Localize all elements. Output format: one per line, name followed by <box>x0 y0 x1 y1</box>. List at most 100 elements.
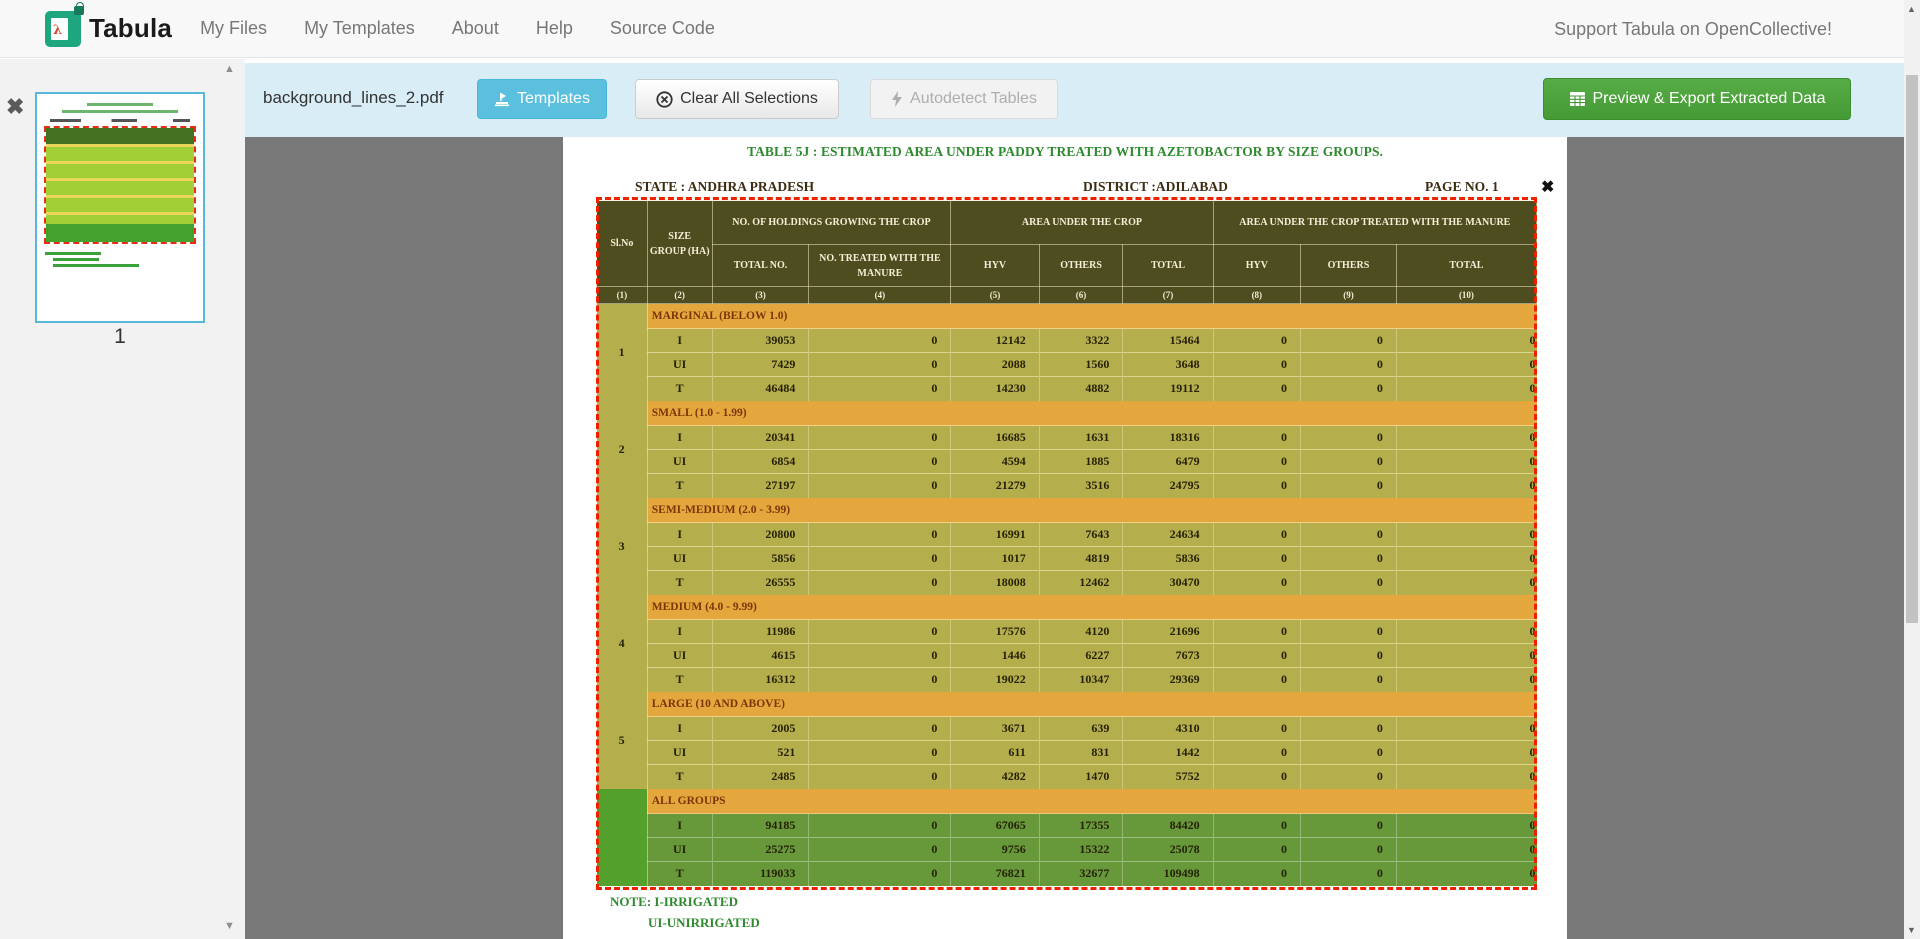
col-holdings-group: NO. OF HOLDINGS GROWING THE CROP <box>712 201 951 245</box>
col-num: (8) <box>1213 287 1300 304</box>
value-cell: 21696 <box>1123 620 1213 644</box>
templates-button[interactable]: Templates <box>477 79 607 119</box>
table-row: I20800016991764324634000 <box>597 523 1537 547</box>
value-cell: 0 <box>1213 717 1300 741</box>
brand[interactable]: λ Tabula <box>45 11 172 47</box>
value-cell: 0 <box>1301 571 1397 595</box>
value-cell: 19112 <box>1123 377 1213 401</box>
value-cell: 1631 <box>1039 426 1123 450</box>
value-cell: 6227 <box>1039 644 1123 668</box>
row-code-cell: UI <box>647 547 712 571</box>
value-cell: 0 <box>1213 644 1300 668</box>
row-code-cell: I <box>647 329 712 353</box>
document-title: TABLE 5J : ESTIMATED AREA UNDER PADDY TR… <box>563 144 1567 160</box>
nav-source-code[interactable]: Source Code <box>610 18 715 39</box>
value-cell: 11986 <box>712 620 809 644</box>
group-band: MARGINAL (BELOW 1.0) <box>647 304 1536 329</box>
value-cell: 0 <box>1213 571 1300 595</box>
value-cell: 4819 <box>1039 547 1123 571</box>
value-cell: 1442 <box>1123 741 1213 765</box>
thumbnail-remove-icon[interactable]: ✖ <box>6 96 24 118</box>
row-code-cell: T <box>647 474 712 498</box>
sidebar-scroll-up-icon[interactable]: ▲ <box>224 64 235 75</box>
selection-close-icon[interactable]: ✖ <box>1541 177 1554 197</box>
value-cell: 39053 <box>712 329 809 353</box>
value-cell: 24795 <box>1123 474 1213 498</box>
value-cell: 0 <box>1396 377 1536 401</box>
table-row: UI46150144662277673000 <box>597 644 1537 668</box>
export-button-label: Preview & Export Extracted Data <box>1593 90 1826 108</box>
nav-support-link[interactable]: Support Tabula on OpenCollective! <box>1554 19 1832 40</box>
value-cell: 0 <box>1213 547 1300 571</box>
slno-cell: 1 <box>597 304 648 401</box>
value-cell: 5752 <box>1123 765 1213 789</box>
group-band: ALL GROUPS <box>647 789 1536 814</box>
value-cell: 0 <box>809 571 951 595</box>
value-cell: 16312 <box>712 668 809 692</box>
value-cell: 12462 <box>1039 571 1123 595</box>
value-cell: 0 <box>809 741 951 765</box>
sidebar-scroll-down-icon[interactable]: ▼ <box>224 921 235 932</box>
value-cell: 0 <box>1301 717 1397 741</box>
window-scrollbar[interactable]: ▲ ▼ <box>1904 0 1920 939</box>
thumbnail-page-number: 1 <box>35 325 205 349</box>
value-cell: 16991 <box>951 523 1039 547</box>
value-cell: 0 <box>1301 426 1397 450</box>
nav-my-templates[interactable]: My Templates <box>304 18 415 39</box>
value-cell: 15322 <box>1039 838 1123 862</box>
value-cell: 67065 <box>951 814 1039 838</box>
preview-export-button[interactable]: Preview & Export Extracted Data <box>1543 78 1851 120</box>
document-note: NOTE: I-IRRIGATED <box>610 894 738 910</box>
autodetect-tables-button[interactable]: Autodetect Tables <box>870 79 1058 119</box>
row-code-cell: UI <box>647 644 712 668</box>
value-cell: 0 <box>1396 862 1536 886</box>
clear-icon <box>656 91 673 108</box>
value-cell: 20341 <box>712 426 809 450</box>
value-cell: 0 <box>809 765 951 789</box>
value-cell: 18008 <box>951 571 1039 595</box>
table-row: UI74290208815603648000 <box>597 353 1537 377</box>
slno-cell: 2 <box>597 401 648 498</box>
value-cell: 3671 <box>951 717 1039 741</box>
clear-all-selections-button[interactable]: Clear All Selections <box>635 79 839 119</box>
col-num: (9) <box>1301 287 1397 304</box>
mini-title-line <box>87 103 153 106</box>
col-total-2: TOTAL <box>1396 245 1536 287</box>
row-code-cell: I <box>647 814 712 838</box>
table-row: UI25275097561532225078000 <box>597 838 1537 862</box>
value-cell: 0 <box>1301 474 1397 498</box>
mini-all-groups-rows <box>46 224 194 242</box>
value-cell: 10347 <box>1039 668 1123 692</box>
value-cell: 1470 <box>1039 765 1123 789</box>
page-thumbnail[interactable] <box>35 92 205 323</box>
value-cell: 0 <box>1396 523 1536 547</box>
document-state: STATE : ANDHRA PRADESH <box>635 179 814 195</box>
clear-button-label: Clear All Selections <box>680 90 818 108</box>
pdf-page[interactable]: TABLE 5J : ESTIMATED AREA UNDER PADDY TR… <box>563 137 1567 939</box>
value-cell: 0 <box>1396 838 1536 862</box>
col-area-group: AREA UNDER THE CROP <box>951 201 1213 245</box>
value-cell: 17576 <box>951 620 1039 644</box>
value-cell: 0 <box>1301 862 1397 886</box>
value-cell: 0 <box>1301 838 1397 862</box>
pdf-viewer: TABLE 5J : ESTIMATED AREA UNDER PADDY TR… <box>245 137 1904 939</box>
table-row: I20341016685163118316000 <box>597 426 1537 450</box>
mini-note-line <box>45 252 101 255</box>
col-num: (6) <box>1039 287 1123 304</box>
scrollbar-down-icon[interactable]: ▼ <box>1907 925 1916 935</box>
value-cell: 5856 <box>712 547 809 571</box>
row-code-cell: T <box>647 862 712 886</box>
mini-table-header <box>46 128 194 144</box>
nav-my-files[interactable]: My Files <box>200 18 267 39</box>
col-num: (1) <box>597 287 648 304</box>
scrollbar-thumb[interactable] <box>1906 75 1918 623</box>
value-cell: 521 <box>712 741 809 765</box>
nav-about[interactable]: About <box>452 18 499 39</box>
nav-help[interactable]: Help <box>536 18 573 39</box>
value-cell: 14230 <box>951 377 1039 401</box>
table-row: T46484014230488219112000 <box>597 377 1537 401</box>
col-hyv: HYV <box>951 245 1039 287</box>
value-cell: 20800 <box>712 523 809 547</box>
scrollbar-up-icon[interactable]: ▲ <box>1907 4 1916 14</box>
value-cell: 0 <box>1213 862 1300 886</box>
